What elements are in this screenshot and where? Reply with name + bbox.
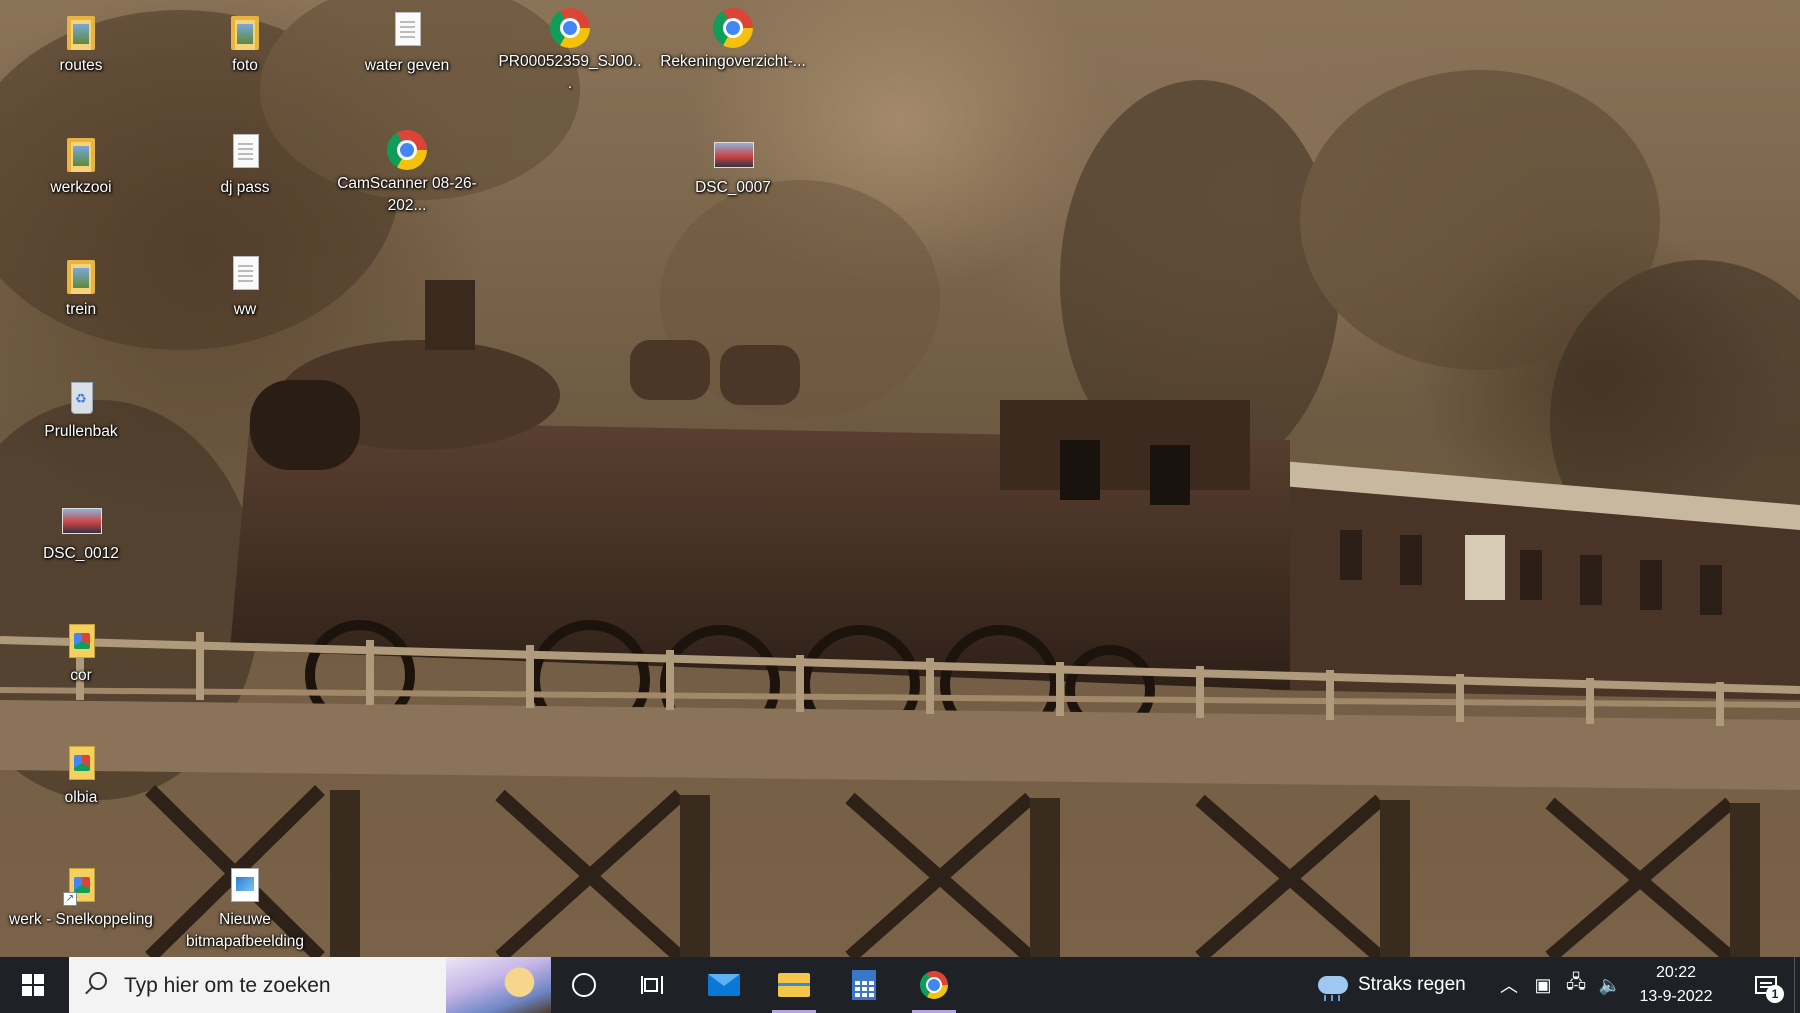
desktop-icon-dsc-0007[interactable]: DSC_0007 <box>658 132 808 199</box>
folder-icon <box>59 132 103 176</box>
desktop-icon-dsc-0012[interactable]: DSC_0012 <box>6 498 156 565</box>
mail-icon <box>708 974 740 996</box>
chrome-icon <box>548 6 592 50</box>
text-document-icon <box>385 10 429 54</box>
text-document-icon <box>223 132 267 176</box>
desktop-icon-olbia[interactable]: olbia <box>6 742 156 809</box>
zip-shortcut-icon: ↗ <box>59 864 103 908</box>
taskbar-search-box[interactable]: Typ hier om te zoeken <box>69 957 551 1013</box>
desktop-icon-ww[interactable]: ww <box>170 254 320 321</box>
desktop-icon-label: CamScanner 08-26-202... <box>337 175 477 214</box>
show-desktop-button[interactable] <box>1794 957 1800 1013</box>
desktop-icon-label: DSC_0012 <box>43 545 119 562</box>
speaker-icon: 🔈 <box>1598 974 1622 995</box>
desktop-icon-label: olbia <box>64 789 98 806</box>
taskbar-clock[interactable]: 20:22 13-9-2022 <box>1628 957 1724 1013</box>
task-view-button[interactable] <box>624 957 680 1013</box>
desktop-icon-label: werkzooi <box>50 179 112 196</box>
cortana-button[interactable] <box>556 957 612 1013</box>
taskbar-file-explorer[interactable] <box>766 957 822 1013</box>
desktop-icon-label: routes <box>59 57 103 74</box>
tray-device-button[interactable]: ▣ <box>1528 957 1558 1013</box>
search-highlight-image <box>446 957 551 1013</box>
calculator-icon <box>852 970 876 1000</box>
chrome-icon <box>711 6 755 50</box>
desktop-icon-foto[interactable]: foto <box>170 10 320 77</box>
desktop-icon-nieuwe-bitmapafbeelding[interactable]: Nieuwe bitmapafbeelding <box>170 864 320 953</box>
notification-count-badge: 1 <box>1766 985 1784 1003</box>
tray-network-button[interactable]: 🖧 <box>1560 957 1592 1013</box>
desktop-icon-label: werk - Snelkoppeling <box>9 911 153 928</box>
chrome-icon <box>920 971 948 999</box>
weather-text: Straks regen <box>1358 974 1466 995</box>
desktop-icon-pr00052359[interactable]: PR00052359_SJ00... <box>495 6 645 95</box>
tray-volume-button[interactable]: 🔈 <box>1594 957 1626 1013</box>
folder-icon <box>59 10 103 54</box>
taskbar: Typ hier om te zoeken Straks regen ︿ ▣ 🖧… <box>0 957 1800 1013</box>
desktop-icon-cor[interactable]: cor <box>6 620 156 687</box>
taskbar-calculator[interactable] <box>836 957 892 1013</box>
desktop-icon-label: trein <box>65 301 97 318</box>
clock-date: 13-9-2022 <box>1639 988 1713 1005</box>
desktop-icon-water-geven[interactable]: water geven <box>332 10 482 77</box>
desktop-icon-label: Prullenbak <box>44 423 118 440</box>
desktop-icon-rekeningoverzicht[interactable]: Rekeningoverzicht-... <box>658 6 808 73</box>
search-placeholder: Typ hier om te zoeken <box>124 974 331 997</box>
weather-widget[interactable]: Straks regen <box>1318 957 1478 1013</box>
text-document-icon <box>223 254 267 298</box>
clock-time: 20:22 <box>1655 964 1697 981</box>
desktop-icon-label: DSC_0007 <box>695 179 771 196</box>
desktop-icon-label: Rekeningoverzicht-... <box>660 53 806 70</box>
desktop-icon-werk-snelkoppeling[interactable]: ↗ werk - Snelkoppeling <box>6 864 156 931</box>
recycle-bin-icon <box>59 376 103 420</box>
desktop-icon-label: Nieuwe bitmapafbeelding <box>185 911 305 950</box>
desktop-icon-dj-pass[interactable]: dj pass <box>170 132 320 199</box>
desktop-icon-trein[interactable]: trein <box>6 254 156 321</box>
show-hidden-icons-button[interactable]: ︿ <box>1492 957 1526 1013</box>
desktop-icon-label: dj pass <box>220 179 270 196</box>
bitmap-icon <box>223 864 267 908</box>
windows-logo-icon <box>22 974 44 996</box>
desktop-icon-label: PR00052359_SJ00... <box>498 53 642 92</box>
network-icon: 🖧 <box>1565 972 1587 992</box>
desktop-icon-routes[interactable]: routes <box>6 10 156 77</box>
desktop-icon-label: foto <box>232 57 258 74</box>
zip-folder-icon <box>59 742 103 786</box>
desktop-icon-label: water geven <box>364 57 450 74</box>
chrome-icon <box>385 128 429 172</box>
folder-icon <box>59 254 103 298</box>
taskbar-mail[interactable] <box>696 957 752 1013</box>
circle-icon <box>572 973 596 997</box>
desktop-icon-label: cor <box>70 667 92 684</box>
start-button[interactable] <box>0 957 66 1013</box>
rain-cloud-icon <box>1318 976 1348 1001</box>
search-icon <box>89 972 107 990</box>
desktop-icon-label: ww <box>233 301 257 318</box>
photo-icon <box>59 498 103 542</box>
taskbar-chrome[interactable] <box>906 957 962 1013</box>
desktop-icon-prullenbak[interactable]: Prullenbak <box>6 376 156 443</box>
zip-folder-icon <box>59 620 103 664</box>
action-center-button[interactable]: 1 <box>1738 957 1794 1013</box>
photo-icon <box>711 132 755 176</box>
desktop-icon-camscanner[interactable]: CamScanner 08-26-202... <box>332 128 482 217</box>
shortcut-arrow-icon: ↗ <box>63 892 77 906</box>
device-icon: ▣ <box>1534 974 1552 995</box>
desktop-icon-werkzooi[interactable]: werkzooi <box>6 132 156 199</box>
chevron-up-icon: ︿ <box>1500 976 1518 996</box>
task-view-icon <box>641 976 663 994</box>
folder-icon <box>223 10 267 54</box>
desktop: routes foto water geven PR00052359_SJ00.… <box>0 0 1800 957</box>
folder-icon <box>778 973 810 997</box>
